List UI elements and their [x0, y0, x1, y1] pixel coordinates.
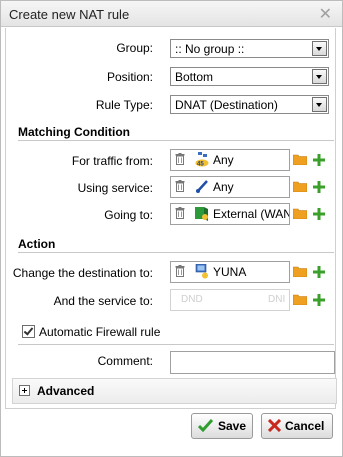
position-label: Position:	[106, 70, 153, 84]
advanced-label: Advanced	[37, 384, 95, 398]
expand-icon[interactable]	[19, 385, 30, 396]
using-service-field[interactable]: Any	[170, 176, 290, 198]
change-destination-value: YUNA	[213, 265, 247, 279]
rule-type-label: Rule Type:	[95, 98, 153, 112]
comment-label: Comment:	[97, 354, 153, 368]
dnd-hint-left: DND	[181, 294, 203, 305]
matching-condition-heading: Matching Condition	[18, 125, 130, 139]
divider	[18, 140, 334, 141]
dnd-hint-right: DNI	[268, 294, 286, 305]
change-destination-label: Change the destination to:	[12, 266, 153, 280]
advanced-section[interactable]: Advanced	[12, 378, 337, 404]
service-to-dropzone[interactable]: DND DNI	[170, 289, 290, 311]
rule-type-select[interactable]: DNAT (Destination)	[170, 95, 329, 114]
trash-icon[interactable]	[175, 153, 185, 165]
check-icon	[198, 419, 213, 432]
save-label: Save	[218, 419, 247, 433]
trash-icon[interactable]	[175, 265, 185, 277]
using-service-value: Any	[213, 180, 234, 194]
network-any-icon: 45	[195, 152, 209, 167]
going-to-value: External (WAN	[213, 207, 290, 221]
save-button[interactable]: Save	[191, 413, 253, 439]
divider	[18, 252, 334, 253]
dialog-body: Group: :: No group :: Position: Bottom R…	[5, 28, 337, 409]
group-value: :: No group ::	[175, 42, 245, 56]
action-heading: Action	[18, 237, 56, 251]
divider	[18, 344, 334, 345]
cancel-button[interactable]: Cancel	[261, 413, 333, 439]
add-icon[interactable]	[313, 266, 325, 278]
auto-firewall-label: Automatic Firewall rule	[39, 325, 161, 339]
trash-icon[interactable]	[175, 180, 185, 192]
close-icon[interactable]: ✕	[319, 4, 332, 24]
svg-text:45: 45	[197, 162, 204, 168]
folder-icon[interactable]	[293, 154, 307, 165]
trash-icon[interactable]	[175, 207, 185, 219]
service-any-icon	[196, 180, 208, 193]
add-icon[interactable]	[313, 294, 325, 306]
traffic-from-field[interactable]: 45 Any	[170, 149, 290, 171]
comment-input[interactable]	[170, 351, 335, 374]
service-to-label: And the service to:	[53, 294, 153, 308]
folder-icon[interactable]	[293, 208, 307, 219]
going-to-field[interactable]: External (WAN	[170, 203, 290, 225]
traffic-from-label: For traffic from:	[71, 154, 153, 168]
add-icon[interactable]	[313, 181, 325, 193]
add-icon[interactable]	[313, 154, 325, 166]
folder-icon[interactable]	[293, 294, 307, 305]
going-to-label: Going to:	[104, 208, 153, 222]
dialog-title: Create new NAT rule	[9, 7, 130, 22]
position-select[interactable]: Bottom	[170, 67, 329, 86]
change-destination-field[interactable]: YUNA	[170, 261, 290, 283]
rule-type-value: DNAT (Destination)	[175, 98, 278, 112]
external-wan-icon	[195, 207, 208, 221]
folder-icon[interactable]	[293, 266, 307, 277]
folder-icon[interactable]	[293, 181, 307, 192]
chevron-down-icon[interactable]	[312, 41, 327, 56]
host-icon	[195, 264, 208, 279]
close-x-icon	[268, 419, 281, 432]
group-select[interactable]: :: No group ::	[170, 39, 329, 58]
nat-rule-dialog: Create new NAT rule ✕ Group: :: No group…	[0, 0, 343, 457]
using-service-label: Using service:	[77, 181, 153, 195]
chevron-down-icon[interactable]	[312, 97, 327, 112]
dialog-titlebar[interactable]: Create new NAT rule ✕	[1, 1, 342, 27]
chevron-down-icon[interactable]	[312, 69, 327, 84]
position-value: Bottom	[175, 70, 214, 84]
group-label: Group:	[116, 41, 153, 55]
auto-firewall-checkbox[interactable]	[22, 325, 35, 338]
traffic-from-value: Any	[213, 153, 234, 167]
add-icon[interactable]	[313, 208, 325, 220]
cancel-label: Cancel	[285, 419, 325, 433]
